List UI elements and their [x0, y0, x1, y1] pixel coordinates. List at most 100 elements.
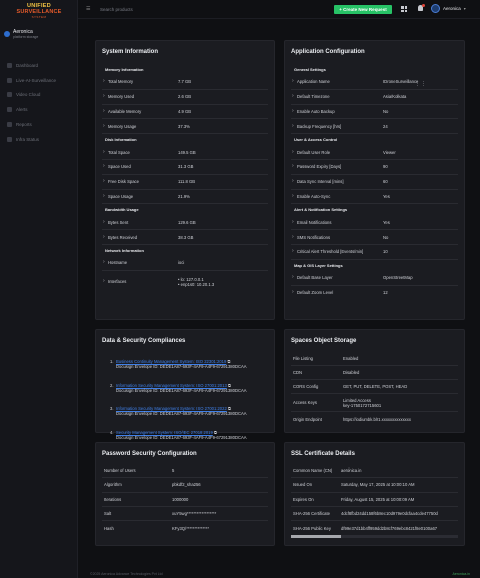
config-row: Application NameIDroneSurveillance — [291, 75, 458, 90]
interface-item: • enp1s0: 10.20.1.3 — [178, 281, 215, 287]
horizontal-scrollbar[interactable] — [291, 535, 458, 538]
info-row: Interfaces• lo: 127.0.0.1• enp1s0: 10.20… — [102, 271, 268, 293]
sidebar-item-reports[interactable]: Reports — [0, 117, 78, 132]
user-menu[interactable]: Aeronica ▾ — [431, 4, 466, 13]
card-title: Application Configuration — [291, 49, 365, 55]
compliance-item: 2. Information Security Management System… — [102, 383, 268, 397]
config-value: IDroneSurveillance — [383, 79, 419, 85]
config-row: SMS NotificationsNo — [291, 230, 458, 245]
apps-grid-icon[interactable] — [401, 6, 407, 12]
info-value: • lo: 127.0.0.1 • enp1s0: 10.20.1.3 — [178, 277, 268, 287]
storage-value: https://iodiumbk.blr1.xxxxxxxxxxxxxx — [343, 416, 411, 422]
menu-icon[interactable]: ☰ — [86, 6, 90, 12]
storage-row: CDN Disabled — [291, 366, 458, 380]
config-key: Critical Alert Threshold [Events/min] — [291, 248, 383, 254]
info-row: Space Usage21.9% — [102, 190, 268, 205]
info-row: Total Space149.5 GB — [102, 145, 268, 160]
sidebar-item-label: Live-AI-Surveillance — [16, 77, 57, 83]
password-value: xuY5wg****************** — [172, 511, 217, 517]
ssl-row: SHA-256 Certificate 4dcf8fbd24dd158f6b8ec… — [291, 507, 458, 522]
bell-icon[interactable] — [418, 4, 425, 11]
info-row: Total Memory7.7 GB — [102, 75, 268, 90]
sidebar-nav: Dashboard Live-AI-Surveillance Video Clo… — [0, 58, 78, 147]
card-title: Data & Security Compliances — [102, 338, 186, 344]
storage-key: CDN — [293, 370, 303, 375]
config-key: Email Notifications — [291, 219, 383, 225]
scrollbar-thumb[interactable] — [291, 535, 341, 538]
storage-key: Origin Endpoint — [293, 416, 322, 422]
config-value: 24 — [383, 123, 388, 129]
ssl-row: SHA-256 Public Key df99e37d1bb4ff959dd2b8… — [291, 521, 458, 535]
password-rows: Number of Users 5 Algorithm pbkdf2_sha256 … — [102, 464, 268, 535]
external-link-icon[interactable]: ⧉ — [228, 383, 231, 388]
config-row: Default TimezoneAsia/Kolkata — [291, 90, 458, 105]
sidebar-item-alerts[interactable]: Alerts — [0, 102, 78, 117]
info-key: Memory Usage — [102, 123, 178, 129]
sidebar-item-label: Video Cloud — [16, 92, 41, 98]
dashboard-icon — [7, 62, 12, 68]
password-row: Algorithm pbkdf2_sha256 — [102, 478, 268, 493]
ssl-value: df99e37d1bb4ff959dd2b8cf769ebc8421f8e010… — [341, 525, 438, 531]
config-row: Critical Alert Threshold [Events/min]10 — [291, 245, 458, 260]
footer-brand-link[interactable]: Aeronica.in — [452, 572, 470, 576]
info-value: 7.7 GB — [178, 79, 192, 85]
search-input[interactable] — [100, 5, 220, 14]
info-row: Bytes Received38.3 GB — [102, 230, 268, 245]
compliance-link[interactable]: Information Security Management System: … — [116, 383, 227, 388]
external-link-icon[interactable]: ⧉ — [214, 430, 217, 435]
password-key: Salt — [104, 511, 112, 517]
object-storage-card: Spaces Object Storage File Listing Enable… — [284, 329, 465, 433]
ssl-value: Friday, August 15, 2025 at 10:00:09 AM — [341, 496, 415, 502]
sidebar-item-label: Dashboard — [16, 62, 39, 68]
envelope-id: Docusign Envelope ID: DEDE1A87-693F-4AF9… — [116, 387, 247, 393]
config-value: 12 — [383, 290, 388, 296]
storage-value: Disabled — [343, 370, 360, 375]
topbar: ☰ + Create New Request Aeronica ▾ — [78, 0, 480, 19]
info-value: 149.5 GB — [178, 149, 196, 155]
password-row: Number of Users 5 — [102, 464, 268, 479]
info-value: 21.9% — [178, 193, 190, 199]
section-header: Bandwidth Usage — [105, 207, 139, 213]
info-key: Space Usage — [102, 193, 178, 199]
info-value: 4.9 GB — [178, 108, 192, 114]
envelope-id: Docusign Envelope ID: DEDE1A87-693F-4AF9… — [116, 411, 247, 416]
info-row: Memory Usage37.3% — [102, 119, 268, 135]
config-value: 10 — [383, 249, 388, 255]
sidebar-item-live-ai-surveillance[interactable]: Live-AI-Surveillance — [0, 73, 78, 88]
sidebar-item-dashboard[interactable]: Dashboard — [0, 58, 78, 73]
section-header: Network Information — [105, 247, 144, 253]
card-title: Password Security Configuration — [102, 451, 197, 457]
ssl-row: Issued On Saturday, May 17, 2025 at 10:00… — [291, 478, 458, 493]
password-key: Iterations — [104, 496, 122, 502]
ssl-value: 4dcf8fbd24dd158f6b8ec10d979e0dcfaa4cde47… — [341, 511, 438, 517]
compliance-item: 1. Business Continuity Management System:… — [102, 359, 268, 373]
org-subtitle: platform storage — [13, 34, 39, 39]
compliance-link[interactable]: Security Management System: ISO/IEC 2701… — [116, 430, 213, 435]
ssl-key: Expires On — [293, 496, 314, 502]
user-name: Aeronica — [443, 6, 461, 11]
config-row: Default User RoleViewer — [291, 145, 458, 160]
info-key: Available Memory — [102, 108, 178, 114]
config-key: Application Name — [291, 78, 383, 84]
info-key: Interfaces — [102, 278, 178, 284]
envelope-id: Docusign Envelope ID: DEDE1A87-693F-4AF9… — [116, 434, 247, 440]
org-switcher[interactable]: Aeronica platform storage — [4, 26, 76, 42]
storage-value: Enabled — [343, 356, 359, 361]
info-row: Space Used31.3 GB — [102, 160, 268, 175]
item-number: 1. — [110, 359, 114, 364]
password-key: Number of Users — [104, 468, 136, 474]
sidebar-item-infra-status[interactable]: Infra Status — [0, 132, 78, 147]
storage-row: Origin Endpoint https://iodiumbk.blr1.xxx… — [291, 412, 458, 426]
system-rows: Memory Information Total Memory7.7 GB Me… — [102, 64, 268, 293]
alert-icon — [7, 107, 12, 113]
create-request-button[interactable]: + Create New Request — [334, 5, 392, 14]
sidebar-item-video-cloud[interactable]: Video Cloud — [0, 88, 78, 103]
compliance-card: Data & Security Compliances 1. Business C… — [95, 329, 275, 440]
storage-value: GET, PUT, DELETE, POST, HEAD — [343, 384, 408, 389]
info-key: Bytes Received — [102, 234, 178, 240]
storage-key: Access Keys — [293, 400, 317, 405]
info-row: Hostnameioci — [102, 256, 268, 271]
app-logo[interactable]: UNIFIED SURVEILLANCE SYSTEM — [6, 3, 72, 19]
sidebar-item-label: Reports — [16, 122, 32, 128]
section-header: Alert & Notification Settings — [294, 207, 348, 213]
